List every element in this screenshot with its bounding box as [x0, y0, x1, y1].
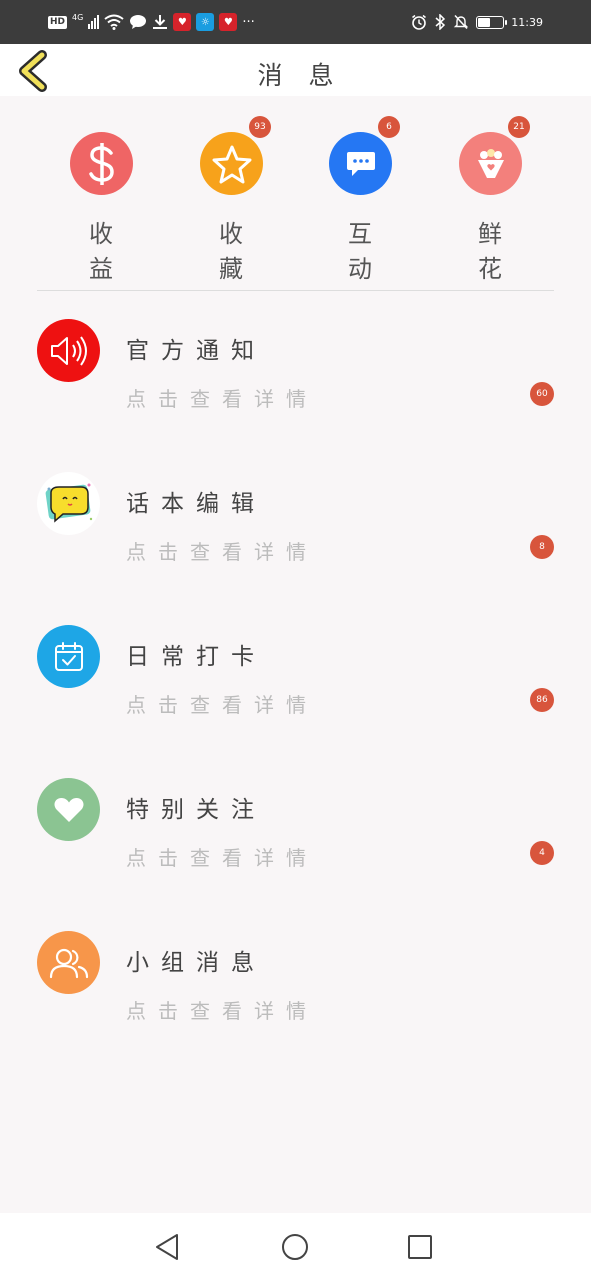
list-item-special-follow[interactable]: 特别关注 点击查看详情 4	[0, 778, 591, 918]
flower-bouquet-icon	[459, 132, 522, 195]
list-item-subtitle: 点击查看详情	[126, 999, 318, 1023]
more-notifications-icon: ···	[242, 14, 255, 30]
bluetooth-icon	[435, 14, 446, 30]
alarm-icon	[412, 14, 427, 30]
quick-item-interactions[interactable]: 6 互动	[320, 116, 400, 283]
top-app-bar: 消 息	[0, 44, 591, 96]
quick-item-label: 收益	[89, 220, 125, 283]
status-bar: HD 4G ♥ ☼ ♥ ··· 11:39	[0, 0, 591, 44]
list-item-subtitle: 点击查看详情	[126, 693, 318, 717]
group-icon	[37, 931, 100, 994]
quick-item-label: 收藏	[219, 220, 255, 283]
notification-badge: 6	[378, 116, 400, 138]
status-right: 11:39	[411, 11, 543, 33]
list-item-group-messages[interactable]: 小组消息 点击查看详情	[0, 931, 591, 1071]
app-notification-icon: ♥	[219, 13, 238, 31]
list-item-official-notice[interactable]: 官方通知 点击查看详情 60	[0, 319, 591, 459]
square-recents-icon	[408, 1235, 432, 1259]
list-item-subtitle: 点击查看详情	[126, 387, 318, 411]
notification-badge: 8	[530, 535, 554, 559]
mute-bell-icon	[454, 14, 469, 30]
chat-bubble-icon	[329, 132, 392, 195]
nav-home-button[interactable]	[278, 1230, 312, 1264]
quick-item-favorites[interactable]: 93 收藏	[191, 116, 271, 283]
list-item-script-editor[interactable]: 话本编辑 点击查看详情 8	[0, 472, 591, 612]
chat-mascot-icon	[37, 472, 100, 535]
heart-icon	[37, 778, 100, 841]
message-icon	[130, 15, 147, 29]
dollar-icon	[70, 132, 133, 195]
list-item-title: 特别关注	[126, 797, 266, 823]
list-item-title: 日常打卡	[126, 644, 266, 670]
list-item-title: 官方通知	[126, 338, 266, 364]
circle-home-icon	[282, 1234, 308, 1260]
notification-badge: 86	[530, 688, 554, 712]
bulb-notification-icon: ☼	[196, 13, 215, 31]
quick-item-label: 互动	[348, 220, 384, 283]
list-item-subtitle: 点击查看详情	[126, 540, 318, 564]
battery-icon	[476, 15, 508, 29]
speaker-icon	[37, 319, 100, 382]
list-item-subtitle: 点击查看详情	[126, 846, 318, 870]
system-nav-bar	[0, 1213, 591, 1280]
star-icon	[200, 132, 263, 195]
signal-icon	[88, 15, 100, 29]
status-left: HD 4G ♥ ☼ ♥ ···	[48, 11, 255, 33]
notification-badge: 4	[530, 841, 554, 865]
quick-access-row: 收益 93 收藏 6 互动 21 鲜花	[0, 96, 591, 291]
wifi-icon	[104, 14, 124, 30]
download-icon	[153, 15, 168, 29]
divider	[37, 290, 554, 291]
notification-badge: 21	[508, 116, 530, 138]
hd-icon: HD	[48, 15, 68, 29]
nav-recents-button[interactable]	[403, 1230, 437, 1264]
quick-item-earnings[interactable]: 收益	[61, 132, 141, 283]
page-title: 消 息	[257, 61, 343, 90]
app-notification-icon: ♥	[173, 13, 192, 31]
nav-back-button[interactable]	[151, 1230, 185, 1264]
list-item-title: 小组消息	[126, 950, 266, 976]
clock: 11:39	[511, 15, 543, 29]
list-item-daily-checkin[interactable]: 日常打卡 点击查看详情 86	[0, 625, 591, 765]
list-item-title: 话本编辑	[126, 491, 266, 517]
notification-badge: 93	[249, 116, 271, 138]
quick-item-label: 鲜花	[478, 220, 514, 283]
network-type: 4G	[72, 13, 84, 22]
triangle-back-icon	[156, 1234, 178, 1260]
quick-item-flowers[interactable]: 21 鲜花	[450, 116, 530, 283]
notification-badge: 60	[530, 382, 554, 406]
calendar-check-icon	[37, 625, 100, 688]
